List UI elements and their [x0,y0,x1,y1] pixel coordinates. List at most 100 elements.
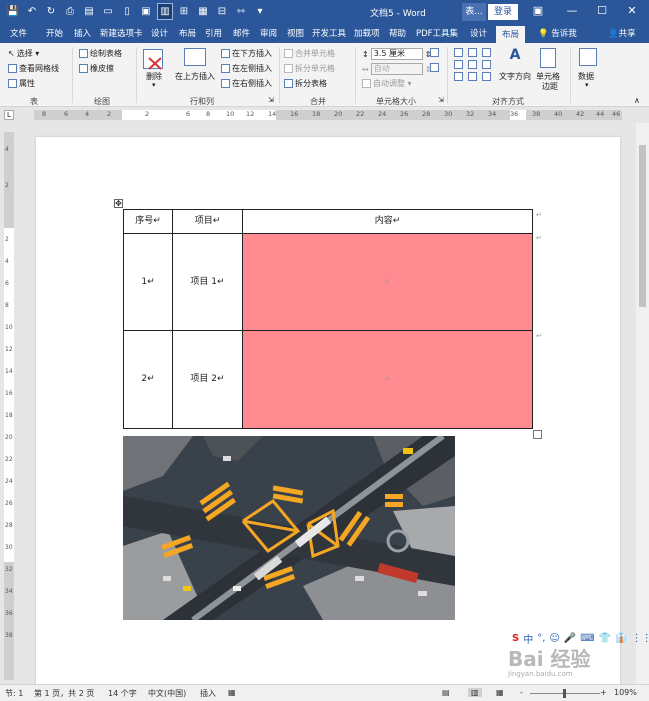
table-resize-handle[interactable] [533,430,542,439]
tab-view[interactable]: 视图 [287,27,304,39]
minimize-icon[interactable]: — [564,4,580,17]
vertical-scrollbar[interactable] [636,123,649,684]
read-mode-view-icon[interactable]: ▤ [442,688,450,697]
zoom-level[interactable]: 109% [614,688,637,697]
share-button[interactable]: 👤共享 [608,27,636,39]
tab-developer[interactable]: 开发工具 [312,27,346,39]
table-cell-highlighted[interactable]: ↵ [242,233,533,331]
table-cell-highlighted[interactable]: ↵ [242,330,533,429]
merge-cells-button[interactable]: 合并单元格 [284,48,335,59]
sogou-logo-icon[interactable]: S [512,633,519,644]
align-middle-center-icon[interactable] [468,60,477,69]
tab-design[interactable]: 设计 [151,27,168,39]
web-layout-view-icon[interactable]: ▦ [496,688,504,697]
city-intersection-aerial-photo[interactable] [123,436,455,620]
ime-menu-icon[interactable]: ⋮⋮ [632,633,649,644]
tab-pdf-tools[interactable]: PDF工具集 [416,27,458,39]
document-table[interactable]: 序号↵ 项目↵ 内容↵ 1↵ 项目 1↵ ↵ 2↵ 项目 2↵ ↵ [123,209,533,429]
document-page[interactable]: ✥ 序号↵ 项目↵ 内容↵ 1↵ 项目 1↵ ↵ 2↵ 项目 2↵ ↵ ↵ ↵ … [36,137,620,684]
layout-icon[interactable]: ▦ [196,4,210,19]
tab-insert[interactable]: 插入 [74,27,91,39]
table-move-handle-icon[interactable]: ✥ [114,199,123,208]
rows-cols-launcher-icon[interactable]: ⇲ [268,96,274,104]
open-icon[interactable]: ▭ [101,4,115,19]
align-bottom-left-icon[interactable] [454,72,463,81]
tab-selector[interactable]: L [4,110,14,120]
tab-references[interactable]: 引用 [205,27,222,39]
delete-dropdown-icon[interactable]: ▾ [152,81,156,89]
section-indicator[interactable]: 节: 1 [5,688,23,699]
tab-mailings[interactable]: 邮件 [233,27,250,39]
eraser-button[interactable]: 橡皮擦 [79,63,114,74]
zoom-out-button[interactable]: - [520,688,523,697]
login-button[interactable]: 登录 [488,4,518,20]
save-icon[interactable]: 💾 [6,4,20,19]
insert-left-button[interactable]: 在左侧插入 [221,63,272,74]
cell-size-launcher-icon[interactable]: ⇲ [438,96,444,104]
tab-file[interactable]: 文件 [10,27,27,39]
autofit-button[interactable]: 自动调整 ▾ [362,78,412,89]
print-preview-icon[interactable]: ⎙ [63,4,77,19]
distribute-rows-icon[interactable] [430,48,439,57]
ime-punctuation-icon[interactable]: °, [537,633,545,644]
new-doc-icon[interactable]: ▯ [120,4,134,19]
align-top-right-icon[interactable] [482,48,491,57]
split-cells-button[interactable]: 拆分单元格 [284,63,335,74]
table-icon[interactable]: ⊟ [215,4,229,19]
ime-keyboard-icon[interactable]: ⌨ [580,633,594,644]
page-indicator[interactable]: 第 1 页，共 2 页 [34,688,94,699]
vertical-ruler[interactable]: 4 2 2 4 6 8 10 12 14 16 18 20 22 24 26 2… [4,132,14,680]
horizontal-ruler[interactable]: 8 6 4 2 2 6 8 10 12 14 16 18 20 22 24 26… [34,110,622,120]
collapse-ribbon-icon[interactable]: ∧ [634,96,640,105]
align-top-center-icon[interactable] [468,48,477,57]
ribbon-display-icon[interactable]: ▣ [530,4,546,17]
align-icon[interactable]: ⇿ [234,4,248,19]
table-cell[interactable]: 项目 2↵ [172,330,243,429]
ime-tools-icon[interactable]: 👔 [615,633,627,644]
tell-me-search[interactable]: 💡 告诉我 [538,27,577,39]
macro-record-icon[interactable]: ▦ [228,688,236,697]
grid-icon[interactable]: ⊞ [177,4,191,19]
ime-skin-icon[interactable]: 👕 [599,633,611,644]
column-width-value[interactable]: 自动 [370,63,423,75]
row-height-value[interactable]: 3.5 厘米 [370,48,423,60]
view-gridlines-button[interactable]: 查看网格线 [8,63,59,74]
zoom-slider-thumb[interactable] [563,689,566,698]
align-middle-right-icon[interactable] [482,60,491,69]
insert-above-button[interactable]: 在上方插入 [175,71,215,82]
tab-addins[interactable]: 加载项 [354,27,380,39]
language-indicator[interactable]: 中文(中国) [148,688,186,699]
screenshot-icon[interactable]: ▣ [139,4,153,19]
draw-table-button[interactable]: 绘制表格 [79,48,122,59]
scrollbar-thumb[interactable] [639,145,646,307]
tab-home[interactable]: 开始 [46,27,63,39]
print-layout-view-icon[interactable]: ▥ [468,688,482,697]
select-button[interactable]: ↖ 选择 ▾ [8,48,39,59]
undo-icon[interactable]: ↶ [25,4,39,19]
ime-microphone-icon[interactable]: 🎤 [564,633,576,644]
tab-table-layout[interactable]: 布局 [496,26,526,43]
align-bottom-right-icon[interactable] [482,72,491,81]
document-area[interactable]: ✥ 序号↵ 项目↵ 内容↵ 1↵ 项目 1↵ ↵ 2↵ 项目 2↵ ↵ ↵ ↵ … [16,123,634,684]
close-icon[interactable]: ✕ [624,4,640,17]
insert-right-button[interactable]: 在右侧插入 [221,78,272,89]
more-icon[interactable]: ▾ [253,4,267,19]
table-cell[interactable]: 2↵ [123,330,173,429]
table-cell[interactable]: 项目 1↵ [172,233,243,331]
distribute-cols-icon[interactable] [430,63,439,72]
quick-print-icon[interactable]: ▤ [82,4,96,19]
column-width-field[interactable]: ↔ 自动 ⇕ [362,63,431,75]
read-mode-icon[interactable]: ▥ [157,3,173,20]
tab-layout[interactable]: 布局 [179,27,196,39]
insert-mode[interactable]: 插入 [200,688,216,699]
text-direction-button[interactable]: 文字方向 [499,71,531,82]
tab-review[interactable]: 审阅 [260,27,277,39]
table-header-cell[interactable]: 内容↵ [242,209,533,234]
ime-emoji-icon[interactable]: ☺ [549,633,559,644]
row-height-field[interactable]: ↕ 3.5 厘米 ⇕ [362,48,431,60]
split-table-button[interactable]: 拆分表格 [284,78,327,89]
data-dropdown-icon[interactable]: ▾ [585,81,589,89]
tab-table-design[interactable]: 设计 [470,27,487,39]
table-header-cell[interactable]: 项目↵ [172,209,243,234]
insert-below-button[interactable]: 在下方插入 [221,48,272,59]
